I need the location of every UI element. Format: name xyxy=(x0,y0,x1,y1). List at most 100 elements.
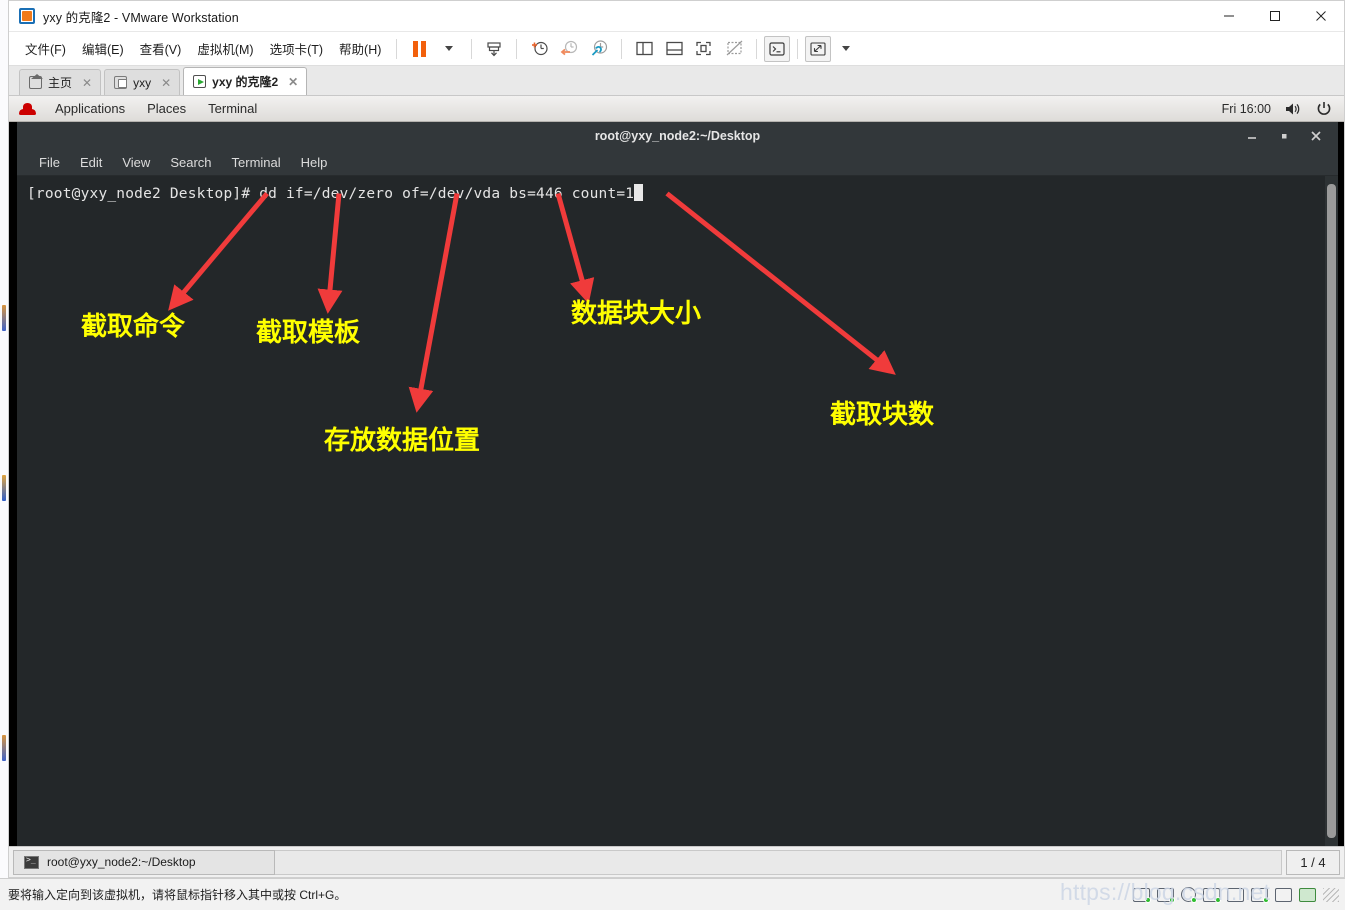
expand-arrows-icon xyxy=(810,41,826,56)
minimize-button[interactable] xyxy=(1206,1,1252,32)
terminal-prompt: [root@yxy_node2 Desktop]# xyxy=(27,186,260,202)
display-icon[interactable] xyxy=(1275,887,1292,902)
arrow-to-command xyxy=(168,191,269,311)
terminal-menu-edit[interactable]: Edit xyxy=(70,153,112,172)
terminal-menu-terminal[interactable]: Terminal xyxy=(222,153,291,172)
terminal-maximize-button[interactable] xyxy=(1276,128,1292,144)
annotation-block-size: 数据块大小 xyxy=(571,299,702,329)
pause-button[interactable] xyxy=(404,36,434,62)
tab-yxy-label: yxy xyxy=(133,75,152,90)
resize-grip[interactable] xyxy=(1323,887,1339,902)
terminal-menu-search[interactable]: Search xyxy=(160,153,221,172)
show-thumbnail-bar-button[interactable] xyxy=(659,36,689,62)
background-fleck xyxy=(2,305,6,331)
home-icon xyxy=(29,74,43,89)
tab-yxy-clone2-close-icon[interactable]: ✕ xyxy=(288,75,298,89)
terminal-menu-file[interactable]: File xyxy=(29,153,70,172)
terminal-menu-view[interactable]: View xyxy=(112,153,160,172)
arrow-to-block-count xyxy=(665,191,896,375)
full-screen-button[interactable] xyxy=(805,35,832,62)
taskbar-item-terminal[interactable]: root@yxy_node2:~/Desktop xyxy=(13,849,275,875)
toolbar-divider xyxy=(396,38,398,59)
tab-home-label: 主页 xyxy=(48,76,73,90)
redhat-icon xyxy=(19,102,36,115)
background-fleck xyxy=(2,475,6,501)
tab-home-close-icon[interactable]: ✕ xyxy=(82,76,92,90)
tab-home[interactable]: 主页 ✕ xyxy=(19,69,102,95)
revert-snapshot-button[interactable] xyxy=(554,36,584,62)
chevron-down-icon xyxy=(842,46,851,51)
show-console-view-button[interactable] xyxy=(689,36,719,62)
terminal-window: root@yxy_node2:~/Desktop File Edit View … xyxy=(17,122,1338,846)
tab-yxy-clone2[interactable]: yxy 的克隆2 ✕ xyxy=(183,67,308,95)
snapshot-revert-icon xyxy=(560,40,577,56)
annotation-data-location: 存放数据位置 xyxy=(324,426,481,456)
menu-vm[interactable]: 虚拟机(M) xyxy=(189,35,261,62)
terminal-command-line: [root@yxy_node2 Desktop]# dd if=/dev/zer… xyxy=(27,184,644,202)
vm-icon xyxy=(114,76,128,89)
chevron-down-icon xyxy=(445,46,454,51)
vmware-window: yxy 的克隆2 - VMware Workstation 文件(F) 编辑(E… xyxy=(8,0,1345,878)
terminal-scrollbar-thumb[interactable] xyxy=(1327,184,1336,838)
tab-yxy[interactable]: yxy ✕ xyxy=(104,69,181,95)
toolbar-divider xyxy=(471,38,473,59)
terminal-titlebar: root@yxy_node2:~/Desktop xyxy=(17,122,1338,150)
menu-view[interactable]: 查看(V) xyxy=(132,35,190,62)
vmware-icon xyxy=(19,8,35,24)
hide-thumbnails-button[interactable] xyxy=(719,36,749,62)
guest-screen[interactable]: Applications Places Terminal Fri 16:00 r… xyxy=(9,96,1344,846)
terminal-window-controls xyxy=(1244,122,1332,150)
terminal-icon xyxy=(24,855,39,869)
window-title: yxy 的克隆2 - VMware Workstation xyxy=(43,10,239,25)
terminal-menu-help[interactable]: Help xyxy=(291,153,338,172)
full-screen-dropdown[interactable] xyxy=(831,36,861,62)
gnome-menu-terminal[interactable]: Terminal xyxy=(197,101,268,116)
toolbar-divider xyxy=(797,38,799,59)
menu-tabs[interactable]: 选项卡(T) xyxy=(262,35,331,62)
background-fleck xyxy=(2,735,6,761)
vmware-titlebar: yxy 的克隆2 - VMware Workstation xyxy=(9,1,1344,32)
menu-help[interactable]: 帮助(H) xyxy=(331,35,389,62)
statusbar-message: 要将输入定向到该虚拟机，请将鼠标指针移入其中或按 Ctrl+G。 xyxy=(8,888,347,902)
toolbar-divider xyxy=(621,38,623,59)
terminal-scrollbar[interactable] xyxy=(1325,176,1338,846)
panel-bottom-icon xyxy=(666,41,683,56)
terminal-close-button[interactable] xyxy=(1308,128,1324,144)
gnome-clock[interactable]: Fri 16:00 xyxy=(1222,102,1271,116)
pause-icon xyxy=(412,40,426,57)
power-icon[interactable] xyxy=(1316,101,1332,117)
usb-icon[interactable] xyxy=(1299,887,1316,902)
close-button[interactable] xyxy=(1298,1,1344,32)
show-library-button[interactable] xyxy=(629,36,659,62)
maximize-button[interactable] xyxy=(1252,1,1298,32)
vm-running-icon xyxy=(193,75,207,88)
terminal-minimize-button[interactable] xyxy=(1244,128,1260,144)
menu-file[interactable]: 文件(F) xyxy=(17,35,74,62)
gnome-menu-applications[interactable]: Applications xyxy=(44,101,136,116)
send-ctrl-alt-del-button[interactable] xyxy=(479,36,509,62)
toolbar-divider xyxy=(516,38,518,59)
vm-tab-strip: 主页 ✕ yxy ✕ yxy 的克隆2 ✕ xyxy=(9,66,1344,96)
volume-icon[interactable] xyxy=(1285,102,1302,116)
manage-snapshots-button[interactable] xyxy=(584,36,614,62)
snapshot-add-icon xyxy=(531,41,548,56)
panel-off-icon xyxy=(726,40,743,56)
arrow-to-block-size xyxy=(555,192,595,304)
tab-yxy-clone2-label: yxy 的克隆2 xyxy=(212,75,279,89)
menu-edit[interactable]: 编辑(E) xyxy=(74,35,132,62)
take-snapshot-button[interactable] xyxy=(524,36,554,62)
watermark: https://blog.csdn.net xyxy=(1060,879,1271,905)
terminal-body[interactable]: [root@yxy_node2 Desktop]# dd if=/dev/zer… xyxy=(17,176,1338,846)
gnome-panel-right: Fri 16:00 xyxy=(1222,101,1344,117)
toolbar-divider xyxy=(756,38,758,59)
annotation-template: 截取模板 xyxy=(256,318,361,348)
gnome-menu-places[interactable]: Places xyxy=(136,101,197,116)
workspace-page-indicator[interactable]: 1 / 4 xyxy=(1286,849,1340,875)
screen-root: yxy 的克隆2 - VMware Workstation 文件(F) 编辑(E… xyxy=(0,0,1345,910)
tab-yxy-close-icon[interactable]: ✕ xyxy=(161,76,171,90)
arrow-to-template xyxy=(317,193,343,314)
pause-dropdown[interactable] xyxy=(434,36,464,62)
annotation-command: 截取命令 xyxy=(81,312,186,342)
annotation-block-count: 截取块数 xyxy=(830,400,935,430)
unity-mode-button[interactable] xyxy=(764,35,791,62)
